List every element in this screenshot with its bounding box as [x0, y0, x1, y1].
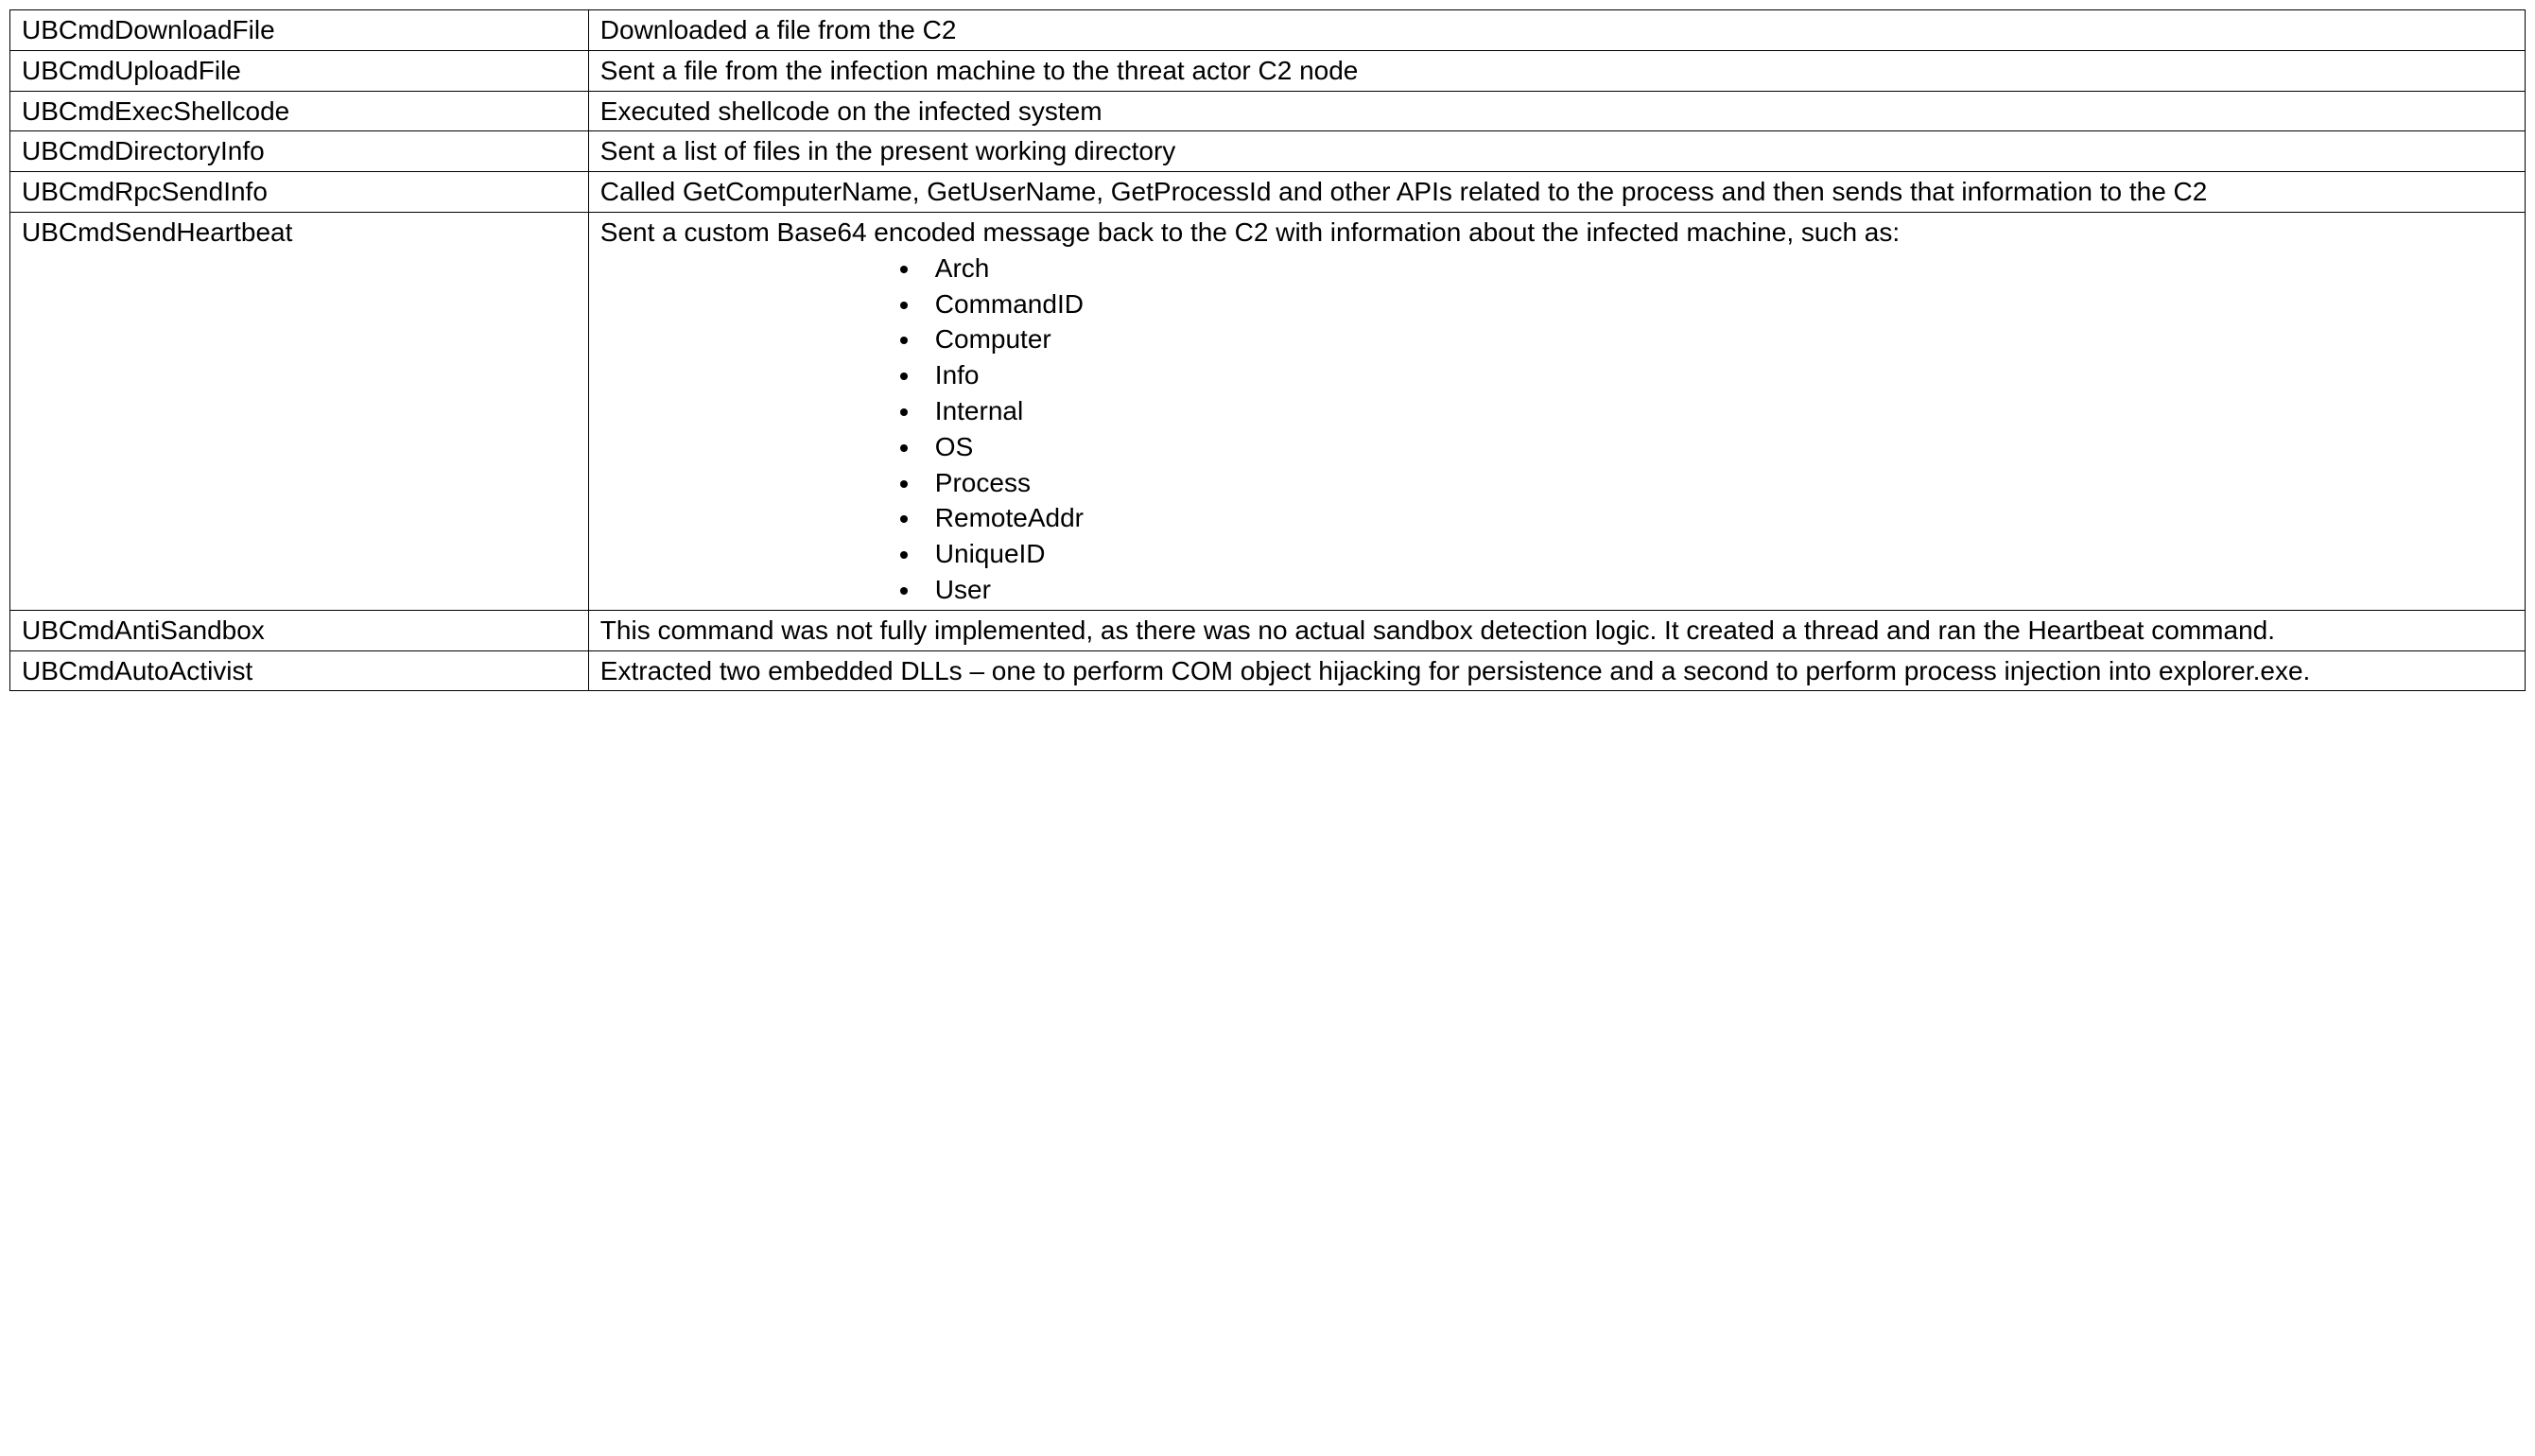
table-row: UBCmdAutoActivist Extracted two embedded… — [10, 650, 2526, 691]
list-item: UniqueID — [922, 536, 2513, 572]
list-item: Computer — [922, 321, 2513, 357]
command-name: UBCmdSendHeartbeat — [10, 212, 589, 610]
command-name: UBCmdExecShellcode — [10, 91, 589, 131]
table-row: UBCmdSendHeartbeat Sent a custom Base64 … — [10, 212, 2526, 610]
command-desc: This command was not fully implemented, … — [588, 610, 2525, 650]
command-table: UBCmdDownloadFile Downloaded a file from… — [9, 9, 2526, 691]
command-desc: Sent a file from the infection machine t… — [588, 50, 2525, 91]
command-name: UBCmdRpcSendInfo — [10, 172, 589, 213]
command-name: UBCmdDownloadFile — [10, 10, 589, 51]
command-desc-intro: Sent a custom Base64 encoded message bac… — [600, 217, 1900, 247]
command-name: UBCmdAntiSandbox — [10, 610, 589, 650]
table-row: UBCmdDownloadFile Downloaded a file from… — [10, 10, 2526, 51]
list-item: Arch — [922, 251, 2513, 286]
command-desc: Called GetComputerName, GetUserName, Get… — [588, 172, 2525, 213]
table-row: UBCmdDirectoryInfo Sent a list of files … — [10, 131, 2526, 172]
table-row: UBCmdUploadFile Sent a file from the inf… — [10, 50, 2526, 91]
table-row: UBCmdAntiSandbox This command was not fu… — [10, 610, 2526, 650]
command-name: UBCmdAutoActivist — [10, 650, 589, 691]
command-desc: Sent a list of files in the present work… — [588, 131, 2525, 172]
command-desc: Extracted two embedded DLLs – one to per… — [588, 650, 2525, 691]
command-desc: Downloaded a file from the C2 — [588, 10, 2525, 51]
list-item: CommandID — [922, 286, 2513, 322]
table-row: UBCmdRpcSendInfo Called GetComputerName,… — [10, 172, 2526, 213]
list-item: RemoteAddr — [922, 500, 2513, 536]
list-item: Info — [922, 357, 2513, 393]
command-desc: Executed shellcode on the infected syste… — [588, 91, 2525, 131]
list-item: User — [922, 572, 2513, 608]
command-desc: Sent a custom Base64 encoded message bac… — [588, 212, 2525, 610]
heartbeat-fields-list: Arch CommandID Computer Info Internal OS… — [600, 251, 2513, 608]
list-item: Internal — [922, 393, 2513, 429]
command-name: UBCmdDirectoryInfo — [10, 131, 589, 172]
list-item: OS — [922, 429, 2513, 465]
table-row: UBCmdExecShellcode Executed shellcode on… — [10, 91, 2526, 131]
command-name: UBCmdUploadFile — [10, 50, 589, 91]
list-item: Process — [922, 465, 2513, 501]
